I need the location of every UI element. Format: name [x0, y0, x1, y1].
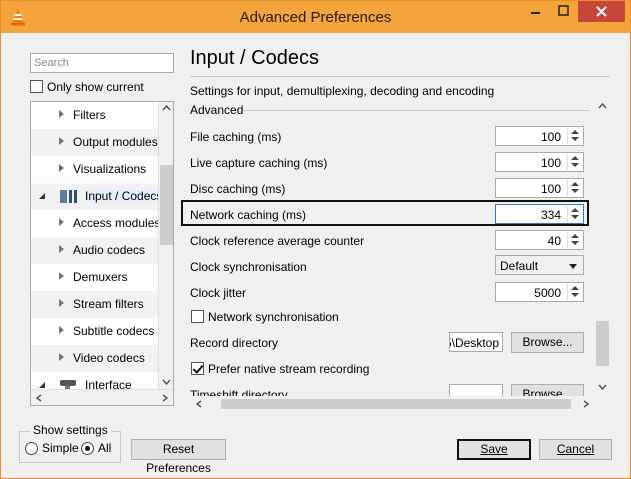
spin-arrows-icon[interactable]: [567, 180, 581, 196]
cancel-button[interactable]: Cancel: [539, 439, 612, 460]
tree-item-output-modules[interactable]: Output modules: [31, 129, 159, 156]
settings-horizontal-scroll-thumb[interactable]: [221, 399, 571, 409]
page-subtitle: Settings for input, demultiplexing, deco…: [190, 84, 495, 98]
heading-divider: [190, 76, 610, 77]
clock-jitter-spinbox[interactable]: 5000: [495, 282, 584, 302]
group-label-advanced: Advanced: [190, 103, 244, 117]
prefer-native-label: Prefer native stream recording: [208, 362, 370, 376]
tree-item-access-modules[interactable]: Access modules: [31, 210, 160, 237]
close-button[interactable]: [578, 1, 625, 22]
scroll-left-icon[interactable]: [193, 398, 205, 410]
show-settings-group: Show settings Simple All: [19, 423, 121, 463]
scroll-left-icon[interactable]: [33, 392, 45, 404]
record-dir-label: Record directory: [190, 336, 279, 350]
disc-caching-spinbox[interactable]: 100: [495, 178, 584, 198]
maximize-button[interactable]: [550, 1, 577, 22]
minimize-button[interactable]: [522, 1, 549, 22]
settings-vertical-scrollbar[interactable]: [594, 99, 611, 396]
scroll-down-icon[interactable]: [159, 376, 174, 388]
simple-label: Simple: [42, 441, 79, 455]
cancel-button-label: Cancel: [556, 442, 595, 456]
close-icon: [596, 6, 607, 17]
expand-arrow-icon[interactable]: [59, 110, 64, 118]
expand-arrow-icon[interactable]: [59, 137, 64, 145]
expand-arrow-icon[interactable]: [59, 272, 64, 280]
tree-item-audio-codecs[interactable]: Audio codecs: [31, 237, 159, 264]
clock-avg-label: Clock reference average counter: [190, 234, 365, 248]
network-caching-label: Network caching (ms): [190, 208, 307, 222]
all-radio[interactable]: [81, 442, 94, 455]
clock-avg-spinbox[interactable]: 40: [495, 230, 584, 250]
title-bar[interactable]: Advanced Preferences: [1, 1, 630, 33]
tree-item-subtitle-codecs[interactable]: Subtitle codecs: [31, 318, 159, 345]
collapse-arrow-icon[interactable]: [38, 192, 46, 200]
settings-horizontal-scrollbar[interactable]: [181, 396, 594, 412]
spin-arrows-icon[interactable]: [567, 128, 581, 144]
tree-item-input-codecs[interactable]: Input / Codecs: [31, 183, 163, 210]
tree-vertical-scrollbar[interactable]: [158, 102, 173, 390]
tree-horizontal-scrollbar[interactable]: [31, 389, 173, 405]
network-sync-checkbox[interactable]: [191, 310, 204, 323]
tree-item-filters[interactable]: Filters: [31, 102, 159, 129]
collapse-arrow-icon[interactable]: [38, 381, 46, 389]
tree-item-stream-filters[interactable]: Stream filters: [31, 291, 159, 318]
prefer-native-checkbox[interactable]: [191, 362, 204, 375]
spin-arrows-icon[interactable]: [567, 232, 581, 248]
show-settings-label: Show settings: [30, 423, 111, 437]
minimize-icon: [531, 12, 540, 14]
expand-arrow-icon[interactable]: [59, 353, 64, 361]
chevron-down-icon: [569, 264, 577, 269]
file-caching-spinbox[interactable]: 100: [495, 126, 584, 146]
scroll-down-icon[interactable]: [594, 380, 611, 394]
record-dir-browse-button[interactable]: Browse...: [511, 332, 584, 353]
group-divider: [243, 110, 589, 111]
tree-item-demuxers[interactable]: Demuxers: [31, 264, 159, 291]
clock-jitter-label: Clock jitter: [190, 286, 247, 300]
tree-item-visualizations[interactable]: Visualizations: [31, 156, 159, 183]
scroll-right-icon[interactable]: [580, 398, 592, 410]
network-caching-spinbox[interactable]: 334: [495, 204, 584, 224]
clock-sync-dropdown[interactable]: Default: [495, 255, 584, 275]
maximize-icon: [558, 5, 569, 16]
settings-vertical-scroll-thumb[interactable]: [596, 321, 609, 366]
page-title: Input / Codecs: [190, 47, 319, 69]
spin-arrows-icon[interactable]: [567, 284, 581, 300]
expand-arrow-icon[interactable]: [59, 326, 64, 334]
only-show-current-checkbox[interactable]: [30, 80, 43, 93]
spin-arrows-icon[interactable]: [567, 206, 581, 222]
expand-arrow-icon[interactable]: [59, 218, 64, 226]
expand-arrow-icon[interactable]: [59, 164, 64, 172]
category-tree[interactable]: Filters Output modules Visualizations In…: [30, 101, 174, 406]
simple-radio[interactable]: [25, 442, 38, 455]
save-button-label: Save: [480, 442, 508, 456]
spin-arrows-icon[interactable]: [567, 154, 581, 170]
scroll-right-icon[interactable]: [159, 392, 171, 404]
tree-vertical-scroll-thumb[interactable]: [160, 165, 173, 245]
only-show-current-label: Only show current: [47, 80, 144, 94]
live-caching-spinbox[interactable]: 100: [495, 152, 584, 172]
advanced-preferences-window: Advanced Preferences Only show current F…: [0, 0, 631, 479]
scroll-up-icon[interactable]: [159, 102, 174, 114]
search-input[interactable]: [30, 53, 174, 73]
expand-arrow-icon[interactable]: [59, 245, 64, 253]
reset-preferences-button[interactable]: Reset Preferences: [131, 439, 226, 475]
tree-item-video-codecs[interactable]: Video codecs: [31, 345, 159, 372]
network-sync-label: Network synchronisation: [208, 310, 339, 324]
file-caching-label: File caching (ms): [190, 130, 282, 144]
live-caching-label: Live capture caching (ms): [190, 156, 328, 170]
clock-sync-label: Clock synchronisation: [190, 260, 307, 274]
input-codecs-icon: [60, 190, 77, 203]
record-dir-input[interactable]: 5\Desktop: [449, 332, 503, 352]
scroll-up-icon[interactable]: [594, 99, 611, 113]
all-label: All: [98, 441, 112, 455]
disc-caching-label: Disc caching (ms): [190, 182, 286, 196]
save-button[interactable]: Save: [457, 439, 531, 460]
expand-arrow-icon[interactable]: [59, 299, 64, 307]
settings-panel: Advanced File caching (ms) 100 Live capt…: [181, 99, 612, 413]
